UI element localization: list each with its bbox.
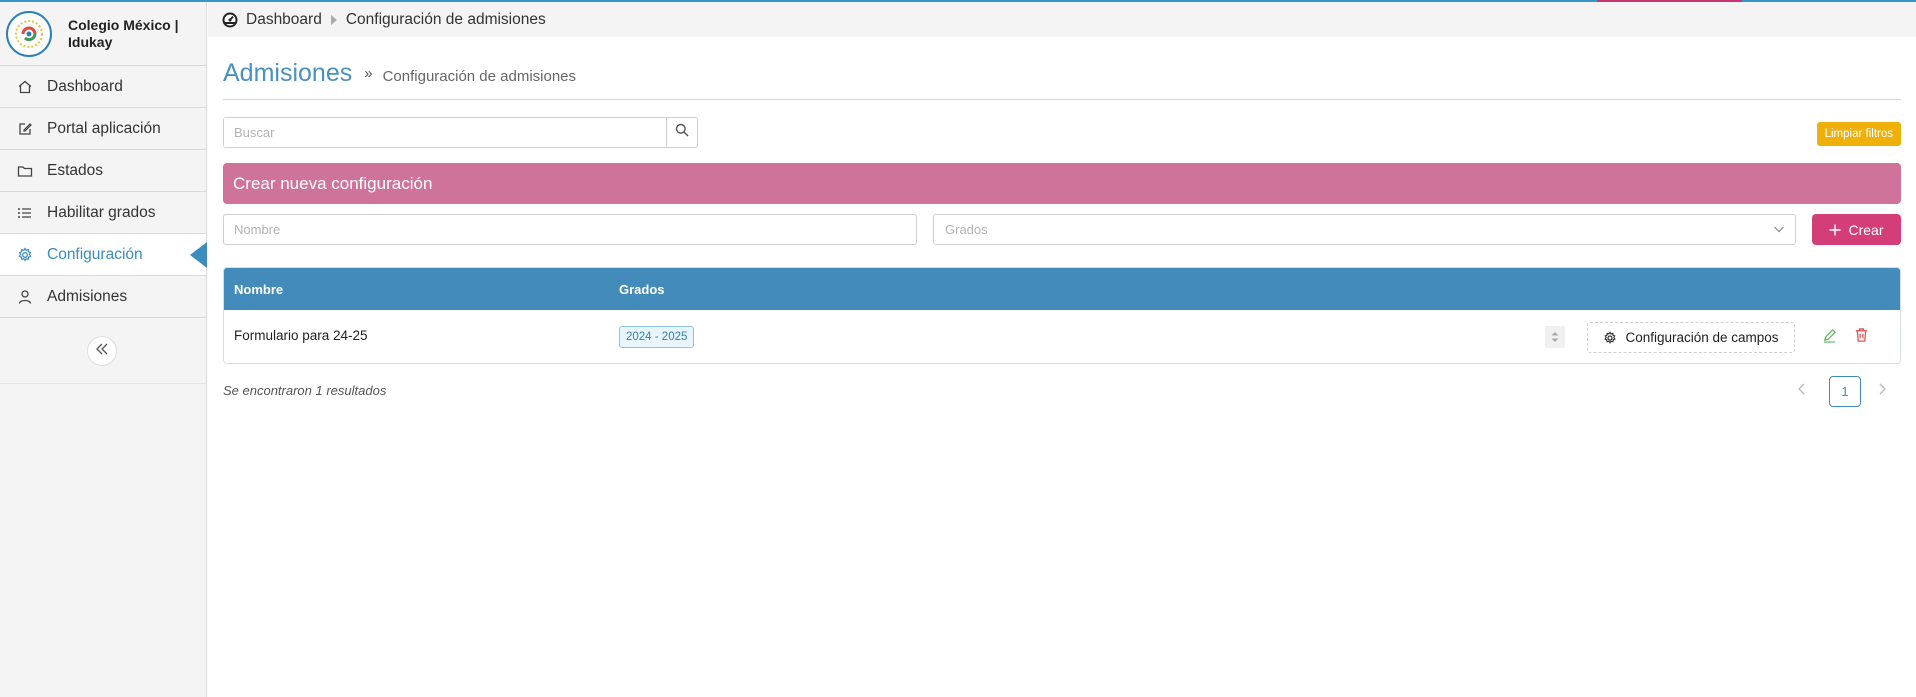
dashboard-gauge-icon — [222, 12, 238, 28]
sidebar-item-label: Dashboard — [47, 77, 123, 95]
sidebar-footer — [0, 318, 206, 384]
sidebar-item-label: Configuración — [47, 245, 143, 263]
sidebar: Colegio México | Idukay Dashboard Portal… — [0, 2, 207, 697]
page-subtitle: Configuración de admisiones — [382, 68, 577, 85]
search-box — [223, 117, 698, 148]
column-header-grades: Grados — [619, 282, 665, 297]
brand-name: Colegio México | Idukay — [68, 16, 179, 50]
page-title: Admisiones — [223, 59, 353, 87]
home-icon — [17, 79, 33, 95]
list-icon — [17, 205, 33, 221]
user-icon — [17, 289, 33, 305]
pagination-page-1[interactable]: 1 — [1829, 376, 1861, 407]
breadcrumb-current: Configuración de admisiones — [345, 10, 546, 28]
sidebar-item-label: Portal aplicación — [47, 119, 161, 137]
edit-icon[interactable] — [1822, 328, 1837, 346]
sidebar-item-habilitar-grados[interactable]: Habilitar grados — [0, 192, 206, 234]
school-crest-icon — [6, 10, 52, 57]
name-input[interactable] — [223, 214, 917, 245]
edit-icon — [17, 121, 33, 137]
clear-filters-button[interactable]: Limpiar filtros — [1816, 122, 1901, 146]
search-button[interactable] — [666, 118, 697, 147]
table-row: Formulario para 24-25 2024 - 2025 Config… — [224, 310, 1900, 363]
table-header: Nombre Grados — [224, 268, 1900, 310]
fields-config-button[interactable]: Configuración de campos — [1587, 322, 1795, 353]
sidebar-item-dashboard[interactable]: Dashboard — [0, 66, 206, 108]
breadcrumb: Dashboard Configuración de admisiones — [208, 2, 1916, 37]
sidebar-item-label: Habilitar grados — [47, 203, 156, 221]
results-footer: Se encontraron 1 resultados 1 — [223, 364, 1901, 414]
brand: Colegio México | Idukay — [0, 2, 206, 66]
folder-icon — [17, 163, 33, 179]
sidebar-item-admisiones[interactable]: Admisiones — [0, 276, 206, 318]
search-row: Limpiar filtros — [223, 100, 1901, 152]
breadcrumb-separator-icon — [330, 14, 337, 25]
config-table: Nombre Grados Formulario para 24-25 2024… — [223, 267, 1901, 364]
gear-icon — [17, 246, 33, 263]
search-icon — [675, 123, 689, 142]
double-chevron-right-icon: » — [364, 65, 373, 82]
sidebar-item-estados[interactable]: Estados — [0, 150, 206, 192]
double-chevron-left-icon — [95, 342, 109, 361]
plus-icon — [1829, 224, 1841, 236]
create-button-label: Crear — [1848, 221, 1884, 238]
create-form: Grados Crear — [223, 204, 1901, 254]
chevron-down-icon — [1773, 223, 1785, 238]
trash-icon[interactable] — [1854, 327, 1869, 346]
create-config-banner: Crear nueva configuración — [223, 163, 1901, 204]
search-input[interactable] — [224, 118, 666, 147]
sort-handle-icon[interactable] — [1545, 326, 1565, 348]
pagination-next-icon[interactable] — [1877, 382, 1887, 400]
main-content: Admisiones » Configuración de admisiones… — [223, 37, 1901, 414]
sidebar-item-portal-aplicacion[interactable]: Portal aplicación — [0, 108, 206, 150]
sidebar-item-label: Admisiones — [47, 287, 128, 305]
row-name: Formulario para 24-25 — [234, 328, 368, 343]
fields-config-label: Configuración de campos — [1625, 330, 1779, 345]
breadcrumb-dashboard-link[interactable]: Dashboard — [246, 11, 322, 29]
collapse-sidebar-button[interactable] — [87, 336, 117, 366]
create-button[interactable]: Crear — [1812, 214, 1901, 245]
pagination-prev-icon[interactable] — [1797, 382, 1807, 400]
grades-placeholder: Grados — [945, 222, 988, 237]
grade-badge: 2024 - 2025 — [619, 326, 695, 348]
column-header-name: Nombre — [234, 282, 284, 297]
sidebar-item-configuracion[interactable]: Configuración — [0, 234, 207, 276]
page-header: Admisiones » Configuración de admisiones — [223, 37, 1901, 100]
results-count: Se encontraron 1 resultados — [223, 383, 387, 398]
grades-select[interactable]: Grados — [933, 214, 1796, 245]
gear-icon — [1603, 330, 1617, 345]
sidebar-item-label: Estados — [47, 161, 104, 179]
